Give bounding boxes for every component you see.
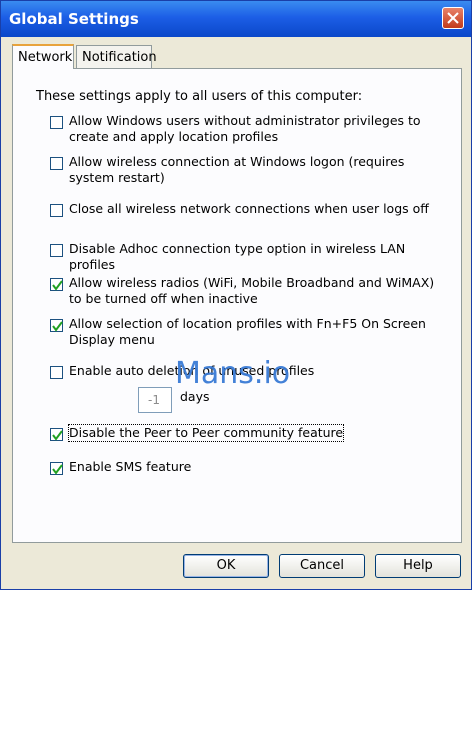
days-value: -1 [148, 393, 160, 407]
close-button[interactable] [442, 7, 464, 29]
help-button[interactable]: Help [375, 554, 461, 578]
window-title: Global Settings [9, 10, 139, 28]
days-input[interactable]: -1 [138, 387, 172, 413]
checkbox[interactable] [50, 278, 63, 291]
option-label: Allow wireless connection at Windows log… [69, 154, 405, 185]
intro-text: These settings apply to all users of thi… [36, 89, 363, 104]
tab-network[interactable]: Network [12, 44, 74, 69]
option-label: Close all wireless network connections w… [69, 201, 429, 216]
checkbox[interactable] [50, 319, 63, 332]
checkbox[interactable] [50, 116, 63, 129]
checkmark-icon [52, 430, 63, 441]
tab-notification[interactable]: Notification [76, 45, 157, 68]
days-label: days [180, 389, 210, 404]
checkmark-icon [52, 464, 63, 475]
title-bar[interactable]: Global Settings [1, 1, 471, 37]
option-label: Allow Windows users without administrato… [69, 113, 421, 144]
option-label: Allow wireless radios (WiFi, Mobile Broa… [69, 275, 435, 306]
close-icon [447, 12, 459, 24]
option-label: Disable Adhoc connection type option in … [69, 241, 406, 272]
checkbox[interactable] [50, 462, 63, 475]
watermark-text: Mans.io [175, 356, 291, 391]
option-label: Enable SMS feature [69, 459, 192, 474]
option-label: Disable the Peer to Peer community featu… [67, 424, 345, 442]
network-tab-panel: These settings apply to all users of thi… [12, 68, 462, 543]
checkmark-icon [52, 321, 63, 332]
cancel-button[interactable]: Cancel [279, 554, 365, 578]
ok-button[interactable]: OK [183, 554, 269, 578]
checkbox[interactable] [50, 428, 63, 441]
checkbox[interactable] [50, 204, 63, 217]
checkbox[interactable] [50, 157, 63, 170]
checkmark-icon [52, 280, 63, 291]
global-settings-window: Global Settings Network Notification The… [0, 0, 472, 590]
checkbox[interactable] [50, 244, 63, 257]
option-label: Allow selection of location profiles wit… [69, 316, 426, 347]
checkbox[interactable] [50, 366, 63, 379]
